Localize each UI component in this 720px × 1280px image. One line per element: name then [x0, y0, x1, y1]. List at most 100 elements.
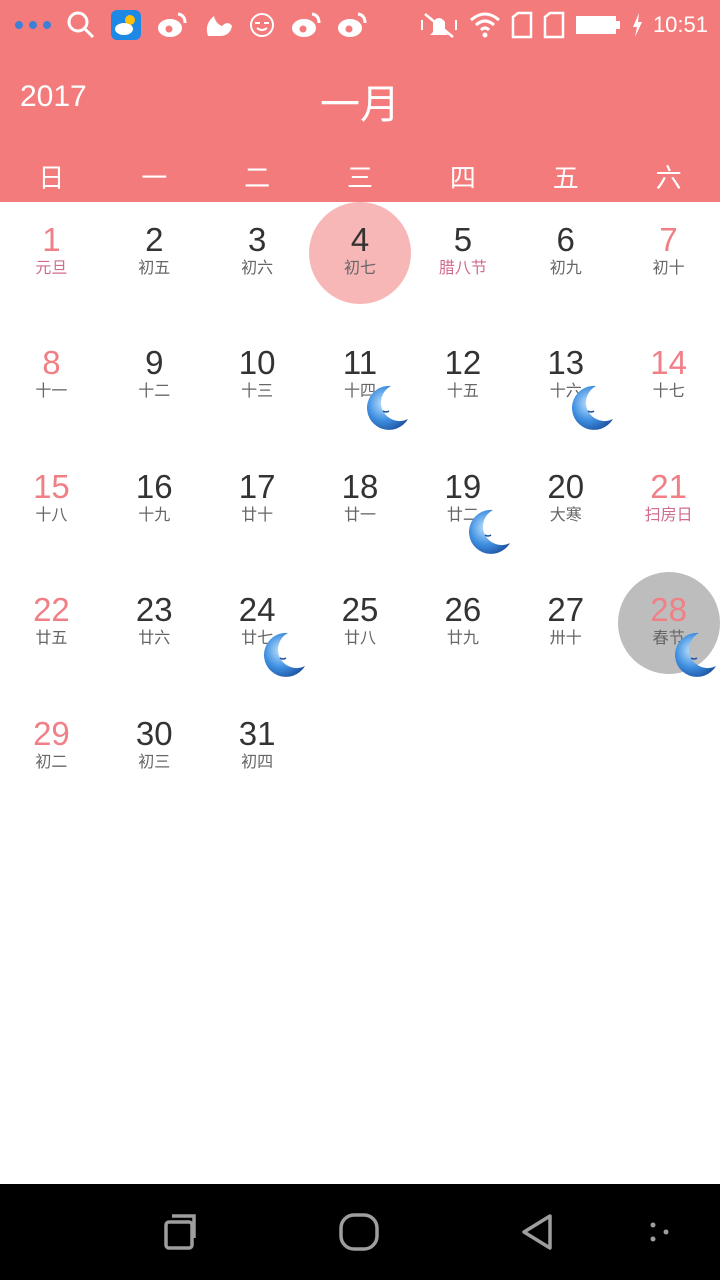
day-number: 19 — [444, 467, 482, 505]
day-number: 6 — [556, 221, 575, 258]
day-number: 26 — [444, 591, 482, 629]
lunar-date-label: 初六 — [241, 258, 274, 277]
lunar-date-label: 十五 — [446, 381, 479, 401]
day-number: 2 — [145, 221, 164, 258]
lunar-date-label: 初九 — [549, 258, 582, 277]
menu-button[interactable] — [636, 1210, 680, 1254]
day-cell[interactable]: 15 十八 — [0, 449, 103, 572]
day-cell[interactable]: 8 十一 — [0, 325, 103, 448]
day-cell[interactable]: 2 初五 — [103, 202, 206, 325]
day-cell[interactable]: 1 元旦 — [0, 202, 103, 325]
day-cell[interactable]: 26 廿九 — [411, 572, 514, 695]
day-cell[interactable]: 24 廿七 — [206, 572, 309, 695]
day-cell[interactable]: 29 初二 — [0, 696, 103, 819]
day-number: 21 — [650, 467, 687, 505]
day-number: 28 — [650, 591, 687, 629]
status-bar: 10:51 — [0, 0, 720, 50]
recents-button[interactable] — [158, 1210, 202, 1254]
day-number: 8 — [42, 344, 61, 382]
home-icon — [339, 1213, 379, 1251]
day-cell[interactable]: 28 春节 — [617, 572, 720, 695]
weekday-label: 四 — [449, 164, 476, 194]
day-number: 7 — [659, 221, 678, 258]
back-button[interactable] — [516, 1210, 560, 1254]
lunar-date-label: 廿一 — [344, 504, 377, 524]
lunar-date-label: 大寒 — [549, 504, 582, 524]
day-cell[interactable]: 27 卅十 — [514, 572, 617, 695]
day-cell[interactable]: 9 十二 — [103, 325, 206, 448]
weibo-icon — [336, 10, 368, 40]
day-cell[interactable]: 3 初六 — [206, 202, 309, 325]
day-number: 4 — [350, 221, 370, 258]
day-cell[interactable]: 5 腊八节 — [411, 202, 514, 325]
moon-icon — [258, 630, 308, 680]
day-cell[interactable]: 31 初四 — [206, 696, 309, 819]
recents-icon — [164, 1214, 196, 1250]
weekday-label: 二 — [244, 164, 271, 194]
day-number: 5 — [453, 221, 473, 258]
day-number: 29 — [33, 714, 70, 752]
day-number: 18 — [341, 467, 379, 505]
weekday-label: 一 — [141, 164, 168, 194]
day-number: 10 — [238, 344, 276, 382]
day-number: 3 — [247, 221, 267, 258]
clock-time: 10:51 — [652, 12, 708, 37]
month-title[interactable]: 一月 — [0, 72, 720, 130]
day-cell[interactable]: 20 大寒 — [514, 449, 617, 572]
day-cell[interactable]: 19 廿二 — [411, 449, 514, 572]
day-number: 15 — [33, 467, 70, 505]
day-cell[interactable]: 25 廿八 — [309, 572, 412, 695]
day-cell[interactable]: 18 廿一 — [309, 449, 412, 572]
day-number: 11 — [342, 344, 378, 382]
home-button[interactable] — [337, 1210, 381, 1254]
lunar-date-label: 初四 — [241, 751, 274, 771]
charging-icon — [631, 12, 643, 38]
weekday-label: 六 — [655, 164, 682, 194]
day-cell[interactable]: 4 初七 — [309, 202, 412, 325]
day-cell[interactable]: 7 初十 — [617, 202, 720, 325]
day-cell[interactable]: 16 十九 — [103, 449, 206, 572]
day-number: 13 — [547, 344, 585, 382]
battery-icon — [575, 14, 621, 36]
day-number: 31 — [238, 714, 276, 752]
lunar-date-label: 廿八 — [344, 628, 377, 648]
lunar-date-label: 廿九 — [446, 628, 479, 648]
notification-icons — [14, 8, 368, 42]
lunar-date-label: 初五 — [138, 258, 171, 277]
day-cell[interactable]: 21 扫房日 — [617, 449, 720, 572]
lunar-date-label: 十三 — [241, 381, 274, 401]
face-app-icon — [248, 11, 276, 39]
lunar-date-label: 卅十 — [549, 628, 582, 648]
day-cell[interactable]: 12 十五 — [411, 325, 514, 448]
weibo-icon — [290, 10, 322, 40]
day-cell[interactable]: 6 初九 — [514, 202, 617, 325]
day-cell[interactable]: 13 十六 — [514, 325, 617, 448]
moon-icon — [463, 507, 513, 557]
day-cell[interactable]: 14 十七 — [617, 325, 720, 448]
day-number: 16 — [135, 467, 173, 505]
day-cell[interactable]: 30 初三 — [103, 696, 206, 819]
day-number: 20 — [547, 467, 585, 505]
lunar-date-label: 初三 — [138, 751, 171, 771]
day-number: 9 — [145, 344, 164, 382]
day-number: 27 — [547, 591, 585, 629]
day-cell[interactable]: 23 廿六 — [103, 572, 206, 695]
calendar-header: 2017 一月 日一二三四五六 — [0, 50, 720, 202]
lunar-date-label: 廿六 — [138, 628, 171, 648]
day-number: 17 — [238, 467, 276, 505]
day-cell[interactable]: 22 廿五 — [0, 572, 103, 695]
search-icon — [66, 10, 96, 40]
day-cell[interactable]: 11 十四 — [309, 325, 412, 448]
weekday-label: 五 — [552, 164, 579, 194]
moon-icon — [669, 630, 719, 680]
sim-card-icon — [543, 11, 565, 39]
lunar-date-label: 十八 — [35, 504, 68, 524]
weekday-row: 日一二三四五六 — [0, 154, 720, 194]
day-number: 24 — [238, 591, 276, 629]
day-cell[interactable]: 10 十三 — [206, 325, 309, 448]
lunar-date-label: 十九 — [138, 504, 171, 524]
day-number: 1 — [42, 221, 61, 258]
sim-card-icon — [511, 11, 533, 39]
day-cell[interactable]: 17 廿十 — [206, 449, 309, 572]
navigation-bar — [0, 1184, 720, 1280]
